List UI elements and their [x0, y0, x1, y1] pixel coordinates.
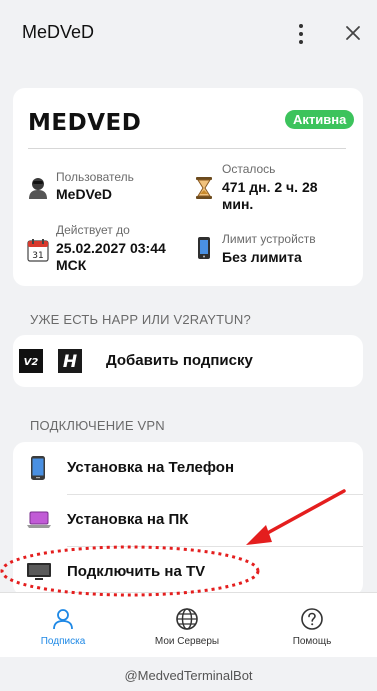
subscription-card: MEDVED Активна Пользователь MeDVeD Остал…: [13, 88, 363, 286]
user-label: Пользователь: [56, 170, 134, 184]
hourglass-icon: [196, 177, 212, 199]
nav-tab-subscription[interactable]: Подписка: [0, 593, 126, 657]
nav-label-servers: Мои Серверы: [154, 636, 220, 647]
happ-section-title: УЖЕ ЕСТЬ HAPP ИЛИ V2RAYTUN?: [30, 312, 251, 327]
tv-icon: [27, 563, 51, 580]
user-avatar-icon: [29, 178, 47, 199]
v2raytun-icon: V2: [19, 349, 43, 373]
device-limit-value: Без лимита: [222, 249, 302, 265]
install-pc-button[interactable]: Установка на ПК: [13, 494, 363, 546]
user-value: MeDVeD: [56, 186, 113, 202]
globe-icon: [176, 608, 198, 630]
device-limit-label: Лимит устройств: [222, 232, 316, 246]
nav-tab-servers[interactable]: Мои Серверы: [124, 593, 250, 657]
svg-text:H: H: [63, 352, 77, 372]
install-pc-label: Установка на ПК: [67, 511, 189, 528]
svg-text:31: 31: [32, 251, 43, 261]
happ-icon: H: [58, 349, 82, 373]
remaining-label: Осталось: [222, 162, 276, 176]
remaining-value: 471 дн. 2 ч. 28 мин.: [222, 179, 318, 212]
device-icon: [198, 237, 210, 259]
valid-until-label: Действует до: [56, 223, 130, 237]
vpn-section-title: ПОДКЛЮЧЕНИЕ VPN: [30, 418, 165, 433]
laptop-icon: [27, 511, 51, 528]
valid-until-value: 25.02.2027 03:44 МСК: [56, 240, 166, 273]
user-icon: [53, 609, 73, 630]
subscription-name: MEDVED: [28, 110, 142, 136]
connect-tv-label: Подключить на TV: [67, 563, 206, 580]
nav-tab-help[interactable]: Помощь: [249, 593, 375, 657]
connect-tv-button[interactable]: Подключить на TV: [13, 546, 363, 598]
card-divider: [28, 148, 346, 149]
vpn-setup-list: Установка на Телефон Установка на ПК Под…: [13, 442, 363, 596]
calendar-icon: 31: [27, 239, 49, 262]
bottom-navigation: Подписка Мои Серверы Помощь: [0, 592, 377, 657]
more-menu-icon[interactable]: [293, 24, 309, 44]
install-phone-label: Установка на Телефон: [67, 459, 235, 476]
bot-handle: @MedvedTerminalBot: [124, 668, 253, 683]
nav-label-help: Помощь: [292, 636, 332, 647]
install-phone-button[interactable]: Установка на Телефон: [13, 442, 363, 494]
phone-icon: [31, 456, 45, 480]
add-subscription-label: Добавить подписку: [106, 352, 253, 369]
nav-label-subscription: Подписка: [40, 636, 86, 647]
app-title: MeDVeD: [22, 22, 95, 42]
header-bar: MeDVeD: [0, 0, 377, 70]
status-badge: Активна: [285, 110, 355, 129]
help-icon: [301, 608, 323, 630]
svg-text:V2: V2: [24, 357, 39, 368]
close-icon[interactable]: [344, 24, 362, 42]
add-subscription-box: V2 H Добавить подписку: [13, 335, 363, 387]
add-subscription-button[interactable]: V2 H Добавить подписку: [13, 335, 363, 387]
